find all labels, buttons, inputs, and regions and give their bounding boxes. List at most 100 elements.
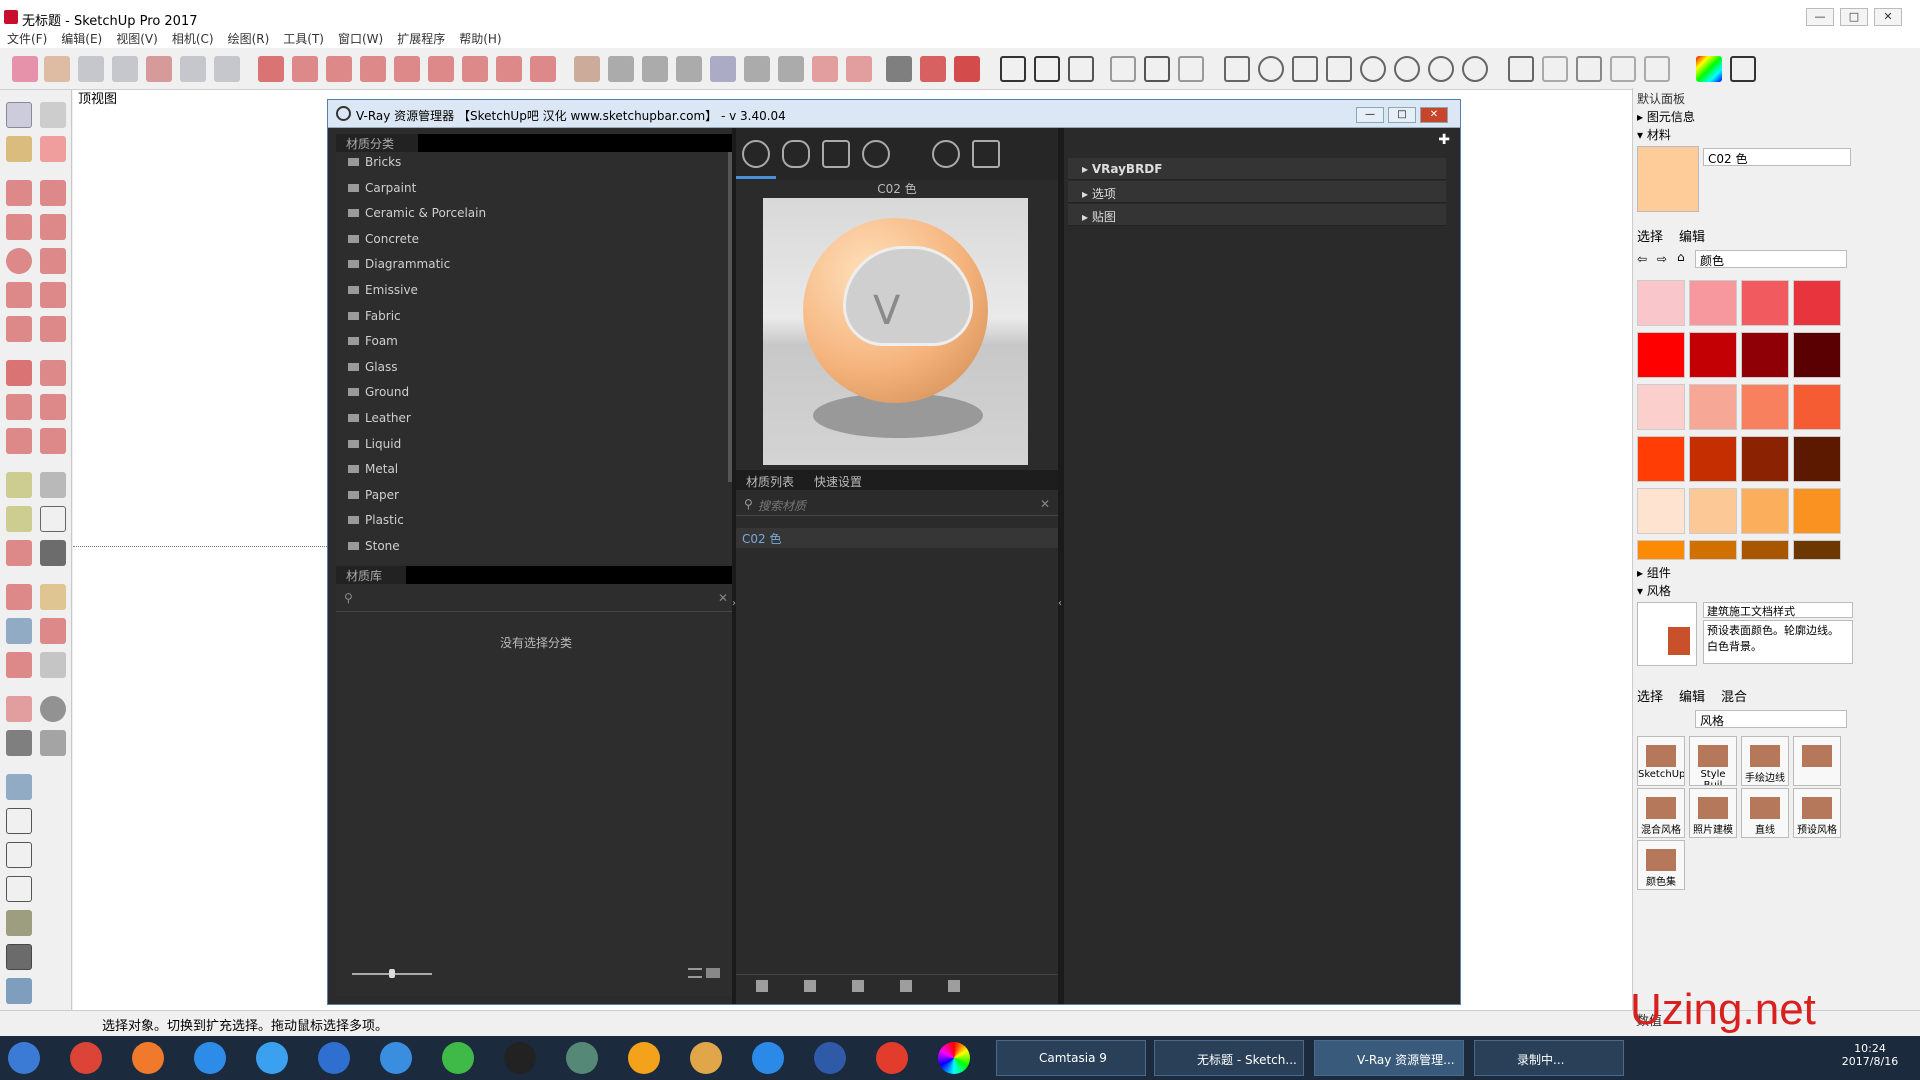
taskbar-recording[interactable]: 录制中...	[1474, 1040, 1624, 1076]
category-item[interactable]: Carpaint	[348, 178, 416, 198]
orbit-icon[interactable]	[6, 584, 32, 610]
vray-logo-icon[interactable]	[1000, 56, 1026, 82]
rectangle-tool-icon[interactable]	[6, 214, 32, 240]
category-item[interactable]: Bricks	[348, 152, 401, 172]
onedrive-icon[interactable]	[380, 1042, 412, 1074]
new-file-icon[interactable]	[756, 980, 768, 992]
materials-header[interactable]: ▾ 材料	[1637, 126, 1903, 142]
taskbar-vray[interactable]: V-Ray 资源管理...	[1314, 1040, 1464, 1076]
color-swatch[interactable]	[1793, 540, 1841, 560]
view-left-icon[interactable]	[6, 944, 32, 970]
zoom-extents-icon[interactable]	[6, 652, 32, 678]
tool-icon[interactable]	[1644, 56, 1670, 82]
category-item[interactable]: Foam	[348, 331, 398, 351]
tool-icon[interactable]	[214, 56, 240, 82]
color-swatch[interactable]	[1689, 540, 1737, 560]
category-item[interactable]: Leather	[348, 408, 411, 428]
circle-tool-icon[interactable]	[6, 248, 32, 274]
color-swatch[interactable]	[1637, 384, 1685, 430]
style-item[interactable]: SketchUp	[1637, 736, 1685, 786]
style-item[interactable]: 手绘边线	[1741, 736, 1789, 786]
style-tab-edit[interactable]: 编辑	[1679, 686, 1705, 705]
list-view-icon[interactable]	[688, 968, 702, 978]
close-button[interactable]: ✕	[1874, 8, 1902, 26]
color-swatch[interactable]	[1741, 332, 1789, 378]
tool-icon[interactable]	[1462, 56, 1488, 82]
color-swatch[interactable]	[1741, 540, 1789, 560]
select-tool-icon[interactable]	[6, 102, 32, 128]
material-library-dropdown[interactable]: 颜色	[1695, 250, 1847, 268]
app-icon[interactable]	[318, 1042, 350, 1074]
follow-me-icon[interactable]	[40, 394, 66, 420]
menu-draw[interactable]: 绘图(R)	[221, 28, 277, 49]
3d-text-icon[interactable]	[40, 540, 66, 566]
tool-icon[interactable]	[642, 56, 668, 82]
style-item[interactable]	[1793, 736, 1841, 786]
zoom-icon[interactable]	[6, 618, 32, 644]
arc3-tool-icon[interactable]	[6, 316, 32, 342]
style-item[interactable]: Style Buil	[1689, 736, 1737, 786]
tool-icon[interactable]	[1292, 56, 1318, 82]
color-swatch[interactable]	[1637, 540, 1685, 560]
section-maps[interactable]: ▸ 贴图	[1068, 204, 1446, 226]
teapot-render-icon[interactable]	[932, 140, 960, 168]
start-button-icon[interactable]	[8, 1042, 40, 1074]
taskbar-sketchup[interactable]: 无标题 - Sketch...	[1154, 1040, 1304, 1076]
tool-icon[interactable]	[428, 56, 454, 82]
style-item[interactable]: 预设风格	[1793, 788, 1841, 838]
tool-icon[interactable]	[258, 56, 284, 82]
materials-tab-icon[interactable]	[742, 140, 770, 168]
tool-icon[interactable]	[778, 56, 804, 82]
app-icon[interactable]	[132, 1042, 164, 1074]
previous-view-icon[interactable]	[40, 652, 66, 678]
app-icon[interactable]	[752, 1042, 784, 1074]
tool-icon[interactable]	[886, 56, 912, 82]
rotate-tool-icon[interactable]	[6, 394, 32, 420]
save-icon[interactable]	[852, 980, 864, 992]
wechat-icon[interactable]	[442, 1042, 474, 1074]
tool-icon[interactable]	[1068, 56, 1094, 82]
material-list-item[interactable]: C02 色	[736, 528, 1058, 548]
tool-icon[interactable]	[146, 56, 172, 82]
view-back-icon[interactable]	[6, 910, 32, 936]
category-item[interactable]: Fabric	[348, 306, 401, 326]
tool-icon[interactable]	[496, 56, 522, 82]
color-swatch[interactable]	[1793, 436, 1841, 482]
section-vraybrdf[interactable]: ▸ VRayBRDF	[1068, 158, 1446, 180]
color-swatch[interactable]	[1793, 332, 1841, 378]
color-swatch[interactable]	[1637, 488, 1685, 534]
app-icon[interactable]	[194, 1042, 226, 1074]
color-swatch[interactable]	[1689, 332, 1737, 378]
color-picker-icon[interactable]	[1696, 56, 1722, 82]
position-camera-icon[interactable]	[6, 696, 32, 722]
offset-tool-icon[interactable]	[40, 428, 66, 454]
teapot-icon[interactable]	[1034, 56, 1060, 82]
components-header[interactable]: ▸ 组件	[1637, 564, 1903, 580]
category-item[interactable]: Glass	[348, 357, 398, 377]
tool-icon[interactable]	[1576, 56, 1602, 82]
globe-icon[interactable]	[1428, 56, 1454, 82]
color-swatch[interactable]	[1689, 436, 1737, 482]
style-name-field[interactable]: 建筑施工文档样式	[1703, 602, 1853, 618]
protractor-icon[interactable]	[6, 506, 32, 532]
tool-icon[interactable]	[44, 56, 70, 82]
view-iso-icon[interactable]	[6, 774, 32, 800]
push-pull-icon[interactable]	[40, 360, 66, 386]
color-swatch[interactable]	[1741, 280, 1789, 326]
tool-icon[interactable]	[1542, 56, 1568, 82]
vray-close-button[interactable]: ✕	[1420, 107, 1448, 123]
category-item[interactable]: Ground	[348, 382, 409, 402]
tool-icon[interactable]	[1258, 56, 1284, 82]
color-app-icon[interactable]	[938, 1042, 970, 1074]
look-around-icon[interactable]	[40, 696, 66, 722]
menu-file[interactable]: 文件(F)	[0, 28, 54, 49]
line-tool-icon[interactable]	[6, 180, 32, 206]
walk-icon[interactable]	[6, 730, 32, 756]
app-icon[interactable]	[814, 1042, 846, 1074]
grid-view-icon[interactable]	[706, 968, 720, 978]
tool-icon[interactable]	[1394, 56, 1420, 82]
category-item[interactable]: Ceramic & Porcelain	[348, 203, 486, 223]
app-icon[interactable]	[566, 1042, 598, 1074]
pie-tool-icon[interactable]	[40, 316, 66, 342]
vray-minimize-button[interactable]: —	[1356, 107, 1384, 123]
